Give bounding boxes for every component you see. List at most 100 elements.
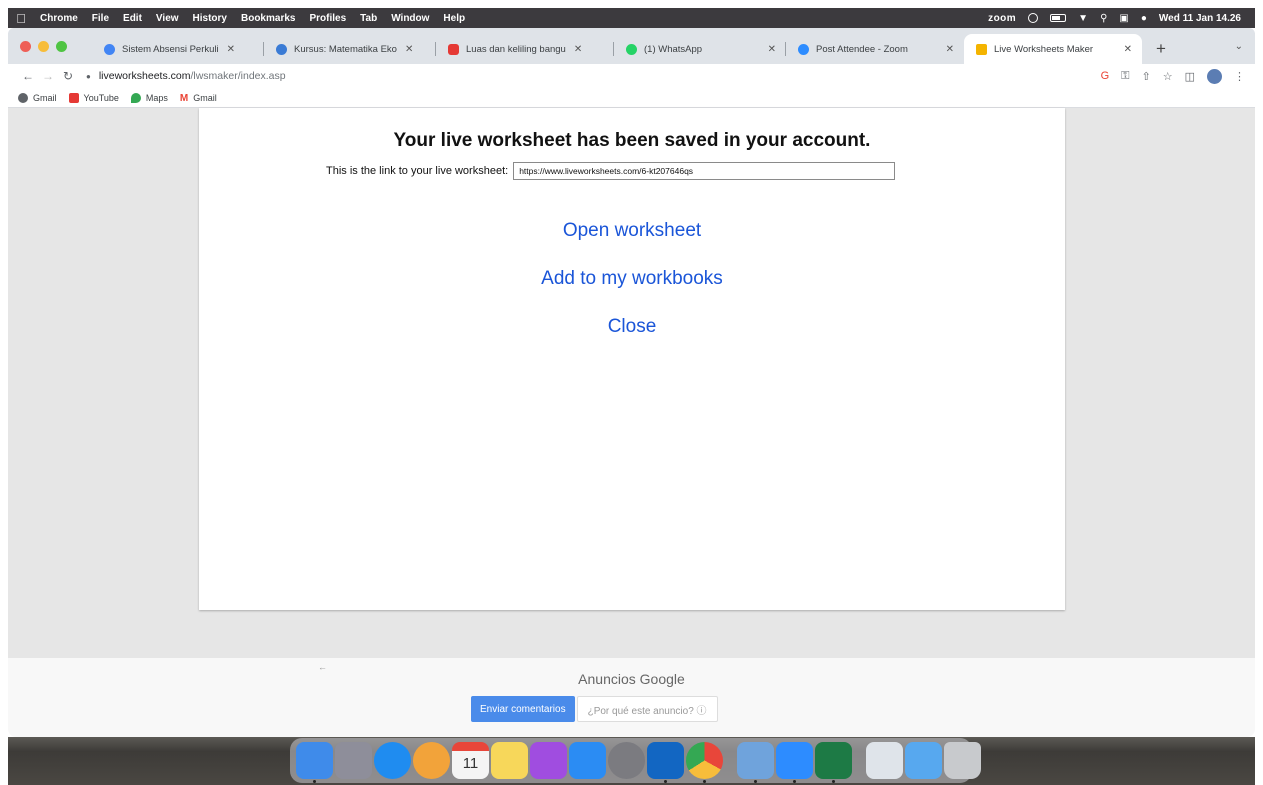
page-title: Your live worksheet has been saved in yo… — [393, 130, 871, 151]
calendar-day: 11 — [462, 755, 479, 772]
why-this-ad-button[interactable]: ¿Por qué este anuncio? ⓘ — [576, 696, 718, 722]
bookmark-label: Gmail — [193, 92, 217, 103]
trash-icon[interactable] — [944, 742, 981, 779]
bookmark-youtube[interactable]: YouTube — [68, 92, 119, 103]
google-lens-icon[interactable]: G — [1101, 70, 1110, 82]
tab-title: Luas dan keliling bangu — [466, 43, 566, 55]
menu-window[interactable]: Window — [384, 13, 436, 24]
lock-icon[interactable]: ● — [86, 72, 91, 81]
toolbar-actions: G ⚿ ⇧ ☆ ◫ ⋮ — [1101, 68, 1245, 84]
preview-icon[interactable] — [737, 742, 774, 783]
apple-menu-icon[interactable]:  — [8, 11, 34, 26]
finder-icon[interactable] — [296, 742, 333, 783]
control-center-icon[interactable]: ▣ — [1113, 13, 1134, 24]
bookmark-star-icon[interactable]: ☆ — [1163, 70, 1173, 83]
bookmark-gmail[interactable]: Gmail — [18, 92, 57, 103]
bookmark-maps[interactable]: Maps — [130, 92, 168, 103]
tab-favicon-icon — [276, 43, 287, 55]
worksheet-link-field[interactable] — [513, 162, 896, 180]
browser-window: Sistem Absensi Perkuli ✕ Kursus: Matemat… — [8, 28, 1255, 737]
page-content: Your live worksheet has been saved in yo… — [8, 108, 1255, 658]
tab-close-icon[interactable]: ✕ — [574, 44, 582, 55]
minimize-window-button[interactable] — [38, 41, 49, 52]
tab-close-icon[interactable]: ✕ — [946, 44, 954, 55]
tab-kursus-matematika[interactable]: Kursus: Matematika Eko ✕ — [264, 34, 436, 64]
calendar-icon[interactable]: 11 — [452, 742, 489, 779]
menu-tab[interactable]: Tab — [353, 13, 384, 24]
launchpad-icon[interactable] — [335, 742, 372, 779]
menu-file[interactable]: File — [85, 13, 116, 24]
siri-icon[interactable]: ● — [1135, 13, 1153, 24]
tab-title: (1) WhatsApp — [644, 43, 703, 55]
downloads-stack-icon[interactable] — [866, 742, 903, 779]
notes-icon[interactable] — [491, 742, 528, 779]
link-label: This is the link to your live worksheet: — [326, 165, 509, 177]
fullscreen-window-button[interactable] — [56, 41, 67, 52]
menu-edit[interactable]: Edit — [116, 13, 149, 24]
tab-close-icon[interactable]: ✕ — [768, 44, 776, 55]
tab-whatsapp[interactable]: (1) WhatsApp ✕ — [614, 34, 786, 64]
window-controls — [20, 41, 67, 52]
profile-avatar[interactable] — [1207, 68, 1222, 84]
add-to-workbooks-link[interactable]: Add to my workbooks — [199, 268, 1065, 290]
screen-record-icon[interactable] — [1022, 13, 1044, 23]
new-tab-icon[interactable]: + — [1142, 34, 1180, 64]
menu-bookmarks[interactable]: Bookmarks — [234, 13, 302, 24]
chrome-icon[interactable] — [686, 742, 723, 783]
ads-label: Anuncios Google — [578, 671, 685, 687]
app-store-icon[interactable] — [569, 742, 606, 779]
system-settings-icon[interactable] — [608, 742, 645, 779]
macos-menu-bar:  Chrome File Edit View History Bookmark… — [8, 8, 1255, 28]
menu-profiles[interactable]: Profiles — [302, 13, 353, 24]
clock[interactable]: Wed 11 Jan 14.26 — [1153, 13, 1247, 24]
menu-help[interactable]: Help — [436, 13, 472, 24]
bookmark-gmail-2[interactable]: M Gmail — [180, 92, 217, 104]
open-worksheet-link[interactable]: Open worksheet — [199, 220, 1065, 242]
photos-icon[interactable] — [413, 742, 450, 779]
url-host: liveworksheets.com — [98, 70, 191, 82]
reload-icon[interactable]: ↻ — [58, 69, 78, 83]
more-menu-icon[interactable]: ⋮ — [1234, 70, 1245, 83]
bookmark-label: Gmail — [33, 92, 57, 103]
side-panel-icon[interactable]: ◫ — [1185, 70, 1195, 83]
menu-view[interactable]: View — [149, 13, 186, 24]
share-icon[interactable]: ⇧ — [1142, 70, 1151, 83]
bookmark-label: YouTube — [83, 92, 119, 103]
send-feedback-button[interactable]: Enviar comentarios — [471, 696, 575, 722]
close-link[interactable]: Close — [199, 316, 1065, 338]
address-bar[interactable]: ● liveworksheets.com/lwsmaker/index.asp — [86, 66, 1091, 86]
wifi-icon[interactable]: ▼ — [1072, 13, 1094, 24]
key-icon[interactable]: ⚿ — [1121, 70, 1129, 83]
tab-close-icon[interactable]: ✕ — [1124, 44, 1132, 55]
ad-feedback-buttons: Enviar comentarios ¿Por qué este anuncio… — [471, 696, 718, 722]
excel-icon[interactable] — [815, 742, 852, 783]
outlook-icon[interactable] — [647, 742, 684, 783]
tab-luas-keliling[interactable]: Luas dan keliling bangu ✕ — [436, 34, 614, 64]
tab-live-worksheets[interactable]: Live Worksheets Maker ✕ — [964, 34, 1142, 64]
close-window-button[interactable] — [20, 41, 31, 52]
globe-icon — [18, 92, 28, 103]
forward-arrow-icon[interactable]: → — [38, 69, 58, 83]
podcasts-icon[interactable] — [530, 742, 567, 779]
menu-history[interactable]: History — [186, 13, 234, 24]
zoom-status[interactable]: zoom — [982, 13, 1022, 24]
google-ads-area: ← Anuncios Google Enviar comentarios ¿Po… — [8, 658, 1255, 737]
browser-toolbar: ← → ↻ ● liveworksheets.com/lwsmaker/inde… — [8, 64, 1255, 88]
safari-icon[interactable] — [374, 742, 411, 779]
back-arrow-icon[interactable]: ← — [18, 69, 38, 83]
youtube-icon — [68, 92, 79, 103]
tab-close-icon[interactable]: ✕ — [405, 44, 413, 55]
folder-icon[interactable] — [905, 742, 942, 779]
zoom-icon[interactable] — [776, 742, 813, 783]
tab-zoom-attendee[interactable]: Post Attendee - Zoom ✕ — [786, 34, 964, 64]
tab-sistem-absensi[interactable]: Sistem Absensi Perkuli ✕ — [92, 34, 264, 64]
liveworksheets-favicon-icon — [976, 43, 987, 55]
menu-app-name[interactable]: Chrome — [34, 13, 85, 24]
battery-icon[interactable] — [1044, 14, 1072, 22]
spotlight-search-icon[interactable]: ⚲ — [1094, 13, 1113, 24]
map-pin-icon — [130, 92, 141, 103]
tab-close-icon[interactable]: ✕ — [227, 44, 235, 55]
bookmarks-bar: Gmail YouTube Maps M Gmail — [8, 88, 1255, 108]
tab-title: Live Worksheets Maker — [994, 43, 1094, 55]
tab-search-chevron-icon[interactable]: ⌄ — [1235, 41, 1243, 52]
